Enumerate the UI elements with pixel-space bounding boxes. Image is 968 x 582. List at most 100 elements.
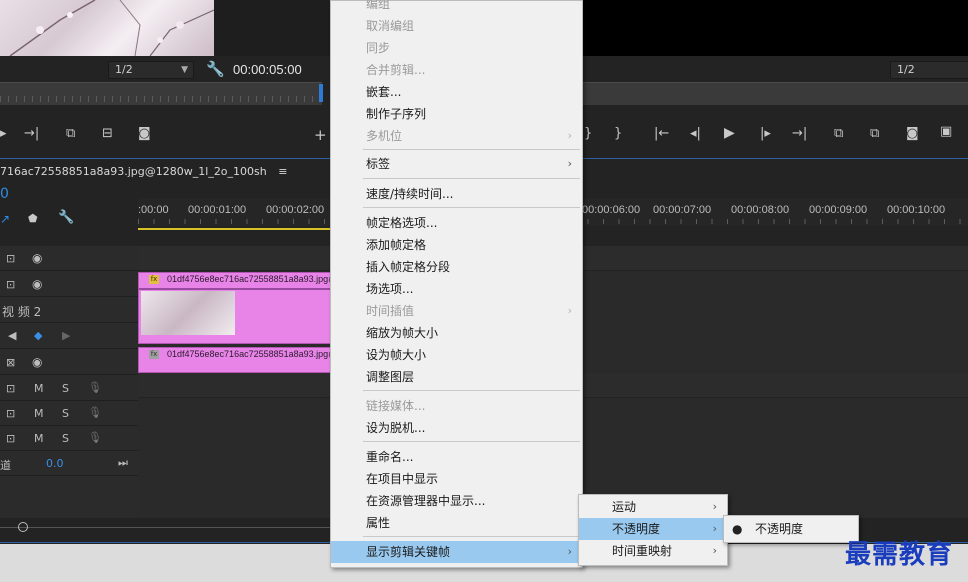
mark-out-icon[interactable]: }: [584, 126, 592, 141]
insert-icon[interactable]: ⧉: [66, 126, 75, 141]
play-icon[interactable]: ▶: [724, 125, 735, 141]
track-output-icon[interactable]: ⊠: [6, 356, 15, 369]
menu-item-show-clip-keyframes[interactable]: 显示剪辑关键帧 ›: [331, 541, 582, 563]
timeline-settings-wrench-icon[interactable]: 🔧: [58, 210, 74, 225]
track-output-icon[interactable]: ⊡: [6, 432, 15, 445]
menu-item-properties[interactable]: 属性: [331, 512, 582, 534]
prev-keyframe-icon[interactable]: ◀: [8, 329, 16, 342]
eye-icon[interactable]: ◉: [32, 277, 42, 291]
mark-clip-icon[interactable]: }: [614, 126, 622, 141]
track-output-icon[interactable]: ⊡: [6, 407, 15, 420]
submenu-item-opacity-property[interactable]: ● 不透明度: [724, 518, 858, 540]
submenu-item-opacity[interactable]: 不透明度 ›: [579, 518, 727, 540]
opacity-line[interactable]: [139, 288, 331, 290]
menu-item-multicamera[interactable]: 多机位 ›: [331, 125, 582, 147]
go-to-in-icon[interactable]: |←: [654, 126, 669, 141]
source-monitor-frame: [0, 0, 214, 56]
eye-icon[interactable]: ◉: [32, 355, 42, 369]
menu-item-field-options[interactable]: 场选项...: [331, 278, 582, 300]
master-volume-value[interactable]: 0.0: [46, 457, 64, 470]
menu-separator: [363, 441, 580, 442]
export-frame-icon[interactable]: ◙: [906, 126, 919, 141]
submenu-arrow-icon: ›: [567, 157, 572, 170]
menu-item-adjustment-layer[interactable]: 调整图层: [331, 366, 582, 388]
microphone-icon[interactable]: 🎙: [88, 381, 102, 394]
submenu-item-motion[interactable]: 运动 ›: [579, 496, 727, 518]
menu-item-reveal-in-project[interactable]: 在项目中显示: [331, 468, 582, 490]
track-output-icon[interactable]: ⊡: [6, 382, 15, 395]
source-resolution-select[interactable]: 1/2 ▼: [108, 61, 194, 79]
lift-icon[interactable]: ⧉: [834, 126, 843, 141]
playhead-timecode[interactable]: 0: [0, 186, 9, 202]
menu-item-insert-frame-hold-segment[interactable]: 插入帧定格分段: [331, 256, 582, 278]
extract-icon[interactable]: ⧉: [870, 126, 879, 141]
solo-button[interactable]: S: [62, 407, 69, 420]
eye-icon[interactable]: ◉: [32, 251, 42, 265]
menu-item-frame-hold-options[interactable]: 帧定格选项...: [331, 212, 582, 234]
video-clip-v2[interactable]: fx 01df4756e8ec716ac72558851a8a93.jpg@: [138, 272, 332, 344]
menu-item-speed-duration[interactable]: 速度/持续时间...: [331, 183, 582, 205]
menu-item-merge-clips[interactable]: 合并剪辑...: [331, 59, 582, 81]
video-clip-v1[interactable]: fx 01df4756e8ec716ac72558851a8a93.jpg@1: [138, 347, 332, 373]
keyframes-submenu: 运动 › 不透明度 › 时间重映射 ›: [578, 494, 728, 566]
source-time-ruler[interactable]: [0, 82, 322, 105]
menu-item-group[interactable]: 编组: [331, 0, 582, 15]
menu-item-rename[interactable]: 重命名...: [331, 446, 582, 468]
source-playhead[interactable]: [319, 84, 323, 102]
marker-icon[interactable]: ⬟: [28, 212, 38, 225]
next-keyframe-icon[interactable]: ▶: [62, 329, 70, 342]
menu-item-label-color[interactable]: 标签 ›: [331, 153, 582, 175]
microphone-icon[interactable]: 🎙: [88, 406, 102, 419]
menu-item-label: 显示剪辑关键帧: [366, 545, 451, 559]
fx-badge: fx: [149, 350, 159, 359]
menu-item-link-media[interactable]: 链接媒体...: [331, 395, 582, 417]
step-back-icon[interactable]: ▸: [0, 126, 7, 141]
track-output-icon[interactable]: ⊡: [6, 278, 15, 291]
step-forward-frame-icon[interactable]: |▸: [760, 126, 771, 141]
mute-button[interactable]: M: [34, 432, 44, 445]
menu-item-make-subsequence[interactable]: 制作子序列: [331, 103, 582, 125]
go-to-out-icon[interactable]: →|: [24, 126, 39, 141]
zoom-handle[interactable]: [18, 522, 28, 532]
track-output-icon[interactable]: ⊡: [6, 252, 15, 265]
menu-item-label: 嵌套...: [366, 85, 402, 99]
program-resolution-select[interactable]: 1/2: [890, 61, 968, 79]
overwrite-icon[interactable]: ⊟: [102, 126, 113, 141]
work-area-bar[interactable]: [138, 228, 330, 230]
keyframe-nav: ◀ ◆ ▶: [0, 324, 138, 349]
menu-item-ungroup[interactable]: 取消编组: [331, 15, 582, 37]
menu-item-set-to-frame-size[interactable]: 设为帧大小: [331, 344, 582, 366]
menu-item-add-frame-hold[interactable]: 添加帧定格: [331, 234, 582, 256]
track-header-a1: ⊡ M S 🎙: [0, 376, 138, 401]
submenu-arrow-icon: ›: [712, 544, 717, 557]
mute-button[interactable]: M: [34, 407, 44, 420]
solo-button[interactable]: S: [62, 432, 69, 445]
add-button-icon[interactable]: +: [314, 126, 327, 144]
camera-icon[interactable]: ◙: [138, 126, 151, 141]
mute-button[interactable]: M: [34, 382, 44, 395]
track-header-v1: ⊠ ◉: [0, 350, 138, 375]
comparison-view-icon[interactable]: ▣: [940, 124, 952, 139]
menu-item-reveal-in-explorer[interactable]: 在资源管理器中显示...: [331, 490, 582, 512]
solo-button[interactable]: S: [62, 382, 69, 395]
snap-icon[interactable]: ↗: [0, 212, 10, 226]
menu-item-scale-to-frame[interactable]: 缩放为帧大小: [331, 322, 582, 344]
sequence-tab-label: 716ac72558851a8a93.jpg@1280w_1l_2o_100sh: [0, 165, 267, 178]
submenu-item-time-remapping[interactable]: 时间重映射 ›: [579, 540, 727, 562]
track-header-v3: ⊡ ◉: [0, 246, 138, 271]
menu-item-synchronize[interactable]: 同步: [331, 37, 582, 59]
menu-item-nest[interactable]: 嵌套...: [331, 81, 582, 103]
go-to-end-icon[interactable]: ⏭: [118, 456, 128, 470]
panel-menu-icon[interactable]: ≡: [278, 165, 287, 178]
go-to-out-point-icon[interactable]: →|: [792, 126, 807, 141]
blossom-image: [9, 0, 214, 56]
add-keyframe-icon[interactable]: ◆: [34, 329, 42, 342]
sequence-tab[interactable]: 716ac72558851a8a93.jpg@1280w_1l_2o_100sh…: [0, 165, 287, 178]
track-name-label: 视 频 2: [2, 305, 42, 319]
wrench-icon[interactable]: 🔧: [206, 60, 225, 78]
step-back-frame-icon[interactable]: ◂|: [690, 126, 701, 141]
program-time-ruler[interactable]: [582, 82, 968, 105]
menu-item-time-interpolation[interactable]: 时间插值 ›: [331, 300, 582, 322]
menu-item-make-offline[interactable]: 设为脱机...: [331, 417, 582, 439]
microphone-icon[interactable]: 🎙: [88, 431, 102, 444]
